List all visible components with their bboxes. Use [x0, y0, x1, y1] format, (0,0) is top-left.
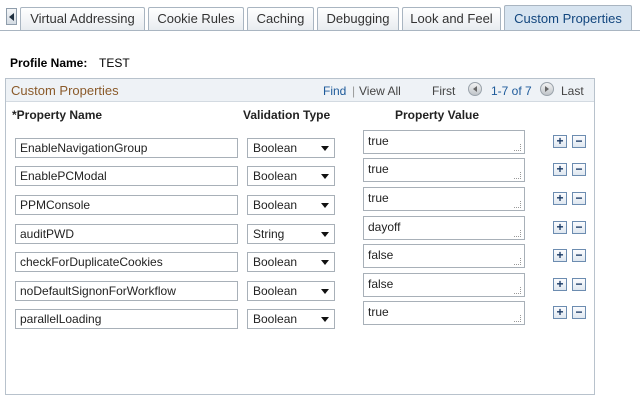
- property-name-input[interactable]: checkForDuplicateCookies: [15, 252, 238, 272]
- delete-row-button[interactable]: −: [572, 306, 586, 319]
- add-row-button[interactable]: +: [553, 306, 567, 319]
- tab-divider: [0, 30, 640, 31]
- validation-type-value: Boolean: [253, 198, 298, 212]
- column-header-property-value: Property Value: [395, 108, 480, 122]
- delete-row-button[interactable]: −: [572, 278, 586, 291]
- profile-name-value: TEST: [99, 56, 130, 70]
- property-value-text: true: [368, 134, 389, 148]
- validation-type-select[interactable]: Boolean: [247, 166, 335, 186]
- dropdown-arrow-icon: [321, 317, 329, 322]
- property-value-text: true: [368, 305, 389, 319]
- validation-type-value: Boolean: [253, 141, 298, 155]
- add-row-button[interactable]: +: [553, 278, 567, 291]
- validation-type-select[interactable]: String: [247, 224, 335, 244]
- grid-header: Custom Properties Find | View All First …: [6, 79, 594, 102]
- tab-debugging[interactable]: Debugging: [317, 7, 399, 31]
- property-value-textarea[interactable]: true: [363, 130, 525, 154]
- add-row-button[interactable]: +: [553, 135, 567, 148]
- property-value-text: true: [368, 191, 389, 205]
- resize-grip-icon[interactable]: [514, 287, 521, 294]
- tab-bar: Virtual Addressing Cookie Rules Caching …: [0, 0, 640, 31]
- tab-scroll-left-icon[interactable]: [6, 8, 17, 25]
- property-name-input[interactable]: EnableNavigationGroup: [15, 138, 238, 158]
- validation-type-select[interactable]: Boolean: [247, 252, 335, 272]
- row-range: 1-7 of 7: [491, 84, 532, 98]
- validation-type-select[interactable]: Boolean: [247, 138, 335, 158]
- tab-custom-properties[interactable]: Custom Properties: [504, 5, 632, 31]
- grid-title: Custom Properties: [11, 83, 119, 98]
- validation-type-value: Boolean: [253, 312, 298, 326]
- property-value-text: true: [368, 162, 389, 176]
- tab-cookie-rules[interactable]: Cookie Rules: [148, 7, 244, 31]
- delete-row-button[interactable]: −: [572, 163, 586, 176]
- add-row-button[interactable]: +: [553, 163, 567, 176]
- add-row-button[interactable]: +: [553, 221, 567, 234]
- validation-type-value: Boolean: [253, 169, 298, 183]
- dropdown-arrow-icon: [321, 260, 329, 265]
- resize-grip-icon[interactable]: [514, 315, 521, 322]
- dropdown-arrow-icon: [321, 232, 329, 237]
- validation-type-value: Boolean: [253, 284, 298, 298]
- delete-row-button[interactable]: −: [572, 135, 586, 148]
- validation-type-select[interactable]: Boolean: [247, 281, 335, 301]
- property-value-textarea[interactable]: false: [363, 244, 525, 268]
- dropdown-arrow-icon: [321, 203, 329, 208]
- dropdown-arrow-icon: [321, 174, 329, 179]
- property-value-textarea[interactable]: true: [363, 301, 525, 325]
- tab-caching[interactable]: Caching: [247, 7, 314, 31]
- resize-grip-icon[interactable]: [514, 172, 521, 179]
- validation-type-value: String: [253, 227, 285, 241]
- profile-name-label: Profile Name:: [10, 56, 88, 70]
- add-row-button[interactable]: +: [553, 192, 567, 205]
- resize-grip-icon[interactable]: [514, 201, 521, 208]
- view-all-link[interactable]: View All: [359, 84, 401, 98]
- property-value-textarea[interactable]: true: [363, 158, 525, 182]
- tab-look-and-feel[interactable]: Look and Feel: [402, 7, 501, 31]
- nav-separator: |: [352, 84, 356, 98]
- delete-row-button[interactable]: −: [572, 249, 586, 262]
- last-label: Last: [561, 84, 584, 98]
- dropdown-arrow-icon: [321, 289, 329, 294]
- delete-row-button[interactable]: −: [572, 192, 586, 205]
- next-page-icon[interactable]: [540, 82, 554, 96]
- property-value-text: dayoff: [368, 220, 401, 234]
- find-link[interactable]: Find: [323, 84, 346, 98]
- property-value-textarea[interactable]: false: [363, 273, 525, 297]
- property-value-text: false: [368, 277, 394, 291]
- previous-page-icon[interactable]: [468, 82, 482, 96]
- property-name-input[interactable]: noDefaultSignonForWorkflow: [15, 281, 238, 301]
- add-row-button[interactable]: +: [553, 249, 567, 262]
- column-header-validation-type: Validation Type: [243, 108, 331, 122]
- property-name-input[interactable]: PPMConsole: [15, 195, 238, 215]
- dropdown-arrow-icon: [321, 146, 329, 151]
- delete-row-button[interactable]: −: [572, 221, 586, 234]
- property-value-text: false: [368, 248, 394, 262]
- resize-grip-icon[interactable]: [514, 144, 521, 151]
- column-header-property-name: *Property Name: [12, 108, 103, 122]
- resize-grip-icon[interactable]: [514, 258, 521, 265]
- validation-type-value: Boolean: [253, 255, 298, 269]
- property-name-input[interactable]: EnablePCModal: [15, 166, 238, 186]
- property-value-textarea[interactable]: dayoff: [363, 216, 525, 240]
- property-name-input[interactable]: auditPWD: [15, 224, 238, 244]
- validation-type-select[interactable]: Boolean: [247, 309, 335, 329]
- resize-grip-icon[interactable]: [514, 230, 521, 237]
- property-value-textarea[interactable]: true: [363, 187, 525, 211]
- table-row: parallelLoading Boolean true + −: [6, 301, 594, 337]
- property-name-input[interactable]: parallelLoading: [15, 309, 238, 329]
- custom-properties-grid: Custom Properties Find | View All First …: [5, 78, 595, 395]
- first-label: First: [432, 84, 456, 98]
- validation-type-select[interactable]: Boolean: [247, 195, 335, 215]
- tab-virtual-addressing[interactable]: Virtual Addressing: [20, 7, 145, 31]
